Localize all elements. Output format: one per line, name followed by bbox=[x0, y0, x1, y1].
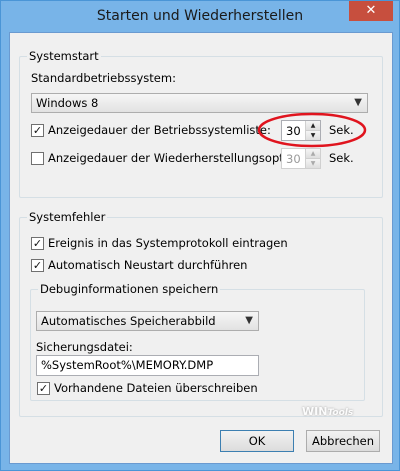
os-list-label: Anzeigedauer der Betriebssystemliste: bbox=[48, 123, 271, 137]
overwrite-checkbox[interactable]: ✓ bbox=[37, 382, 50, 395]
recovery-seconds-value: 30 bbox=[286, 152, 301, 166]
os-list-checkbox[interactable]: ✓ bbox=[31, 124, 44, 137]
default-os-label: Standardbetriebssystem: bbox=[31, 71, 176, 85]
overwrite-label: Vorhandene Dateien überschreiben bbox=[54, 381, 258, 395]
auto-restart-label: Automatisch Neustart durchführen bbox=[48, 258, 248, 272]
debug-info-group: Debuginformationen speichern Automatisch… bbox=[30, 282, 365, 401]
spin-down-icon[interactable]: ▼ bbox=[306, 159, 320, 168]
watermark-text-b: Tools bbox=[327, 408, 354, 418]
systemfehler-group-title: Systemfehler bbox=[27, 210, 108, 224]
systemfehler-group: Systemfehler ✓ Ereignis in das Systempro… bbox=[19, 210, 383, 417]
spin-up-icon[interactable]: ▲ bbox=[306, 149, 320, 159]
spinner-buttons-disabled: ▲ ▼ bbox=[305, 149, 320, 168]
recovery-options-label: Anzeigedauer der Wiederherstellungsoptio… bbox=[48, 151, 320, 165]
recovery-seconds-spinner[interactable]: 30 ▲ ▼ bbox=[281, 148, 321, 169]
default-os-dropdown[interactable]: Windows 8 ▼ bbox=[31, 93, 368, 113]
dialog-window: Starten und Wiederherstellen ✕ Systemsta… bbox=[0, 0, 400, 471]
ok-button[interactable]: OK bbox=[220, 430, 294, 452]
dialog-client-area: Systemstart Standardbetriebssystem: Wind… bbox=[9, 32, 393, 464]
recovery-unit: Sek. bbox=[329, 151, 354, 165]
chevron-down-icon: ▼ bbox=[354, 97, 362, 108]
watermark-text-a: WIN bbox=[302, 405, 328, 418]
cancel-button[interactable]: Abbrechen bbox=[306, 430, 380, 452]
watermark-logo: WINTools bbox=[302, 405, 353, 418]
close-icon[interactable]: ✕ bbox=[349, 1, 393, 21]
dump-type-dropdown[interactable]: Automatisches Speicherabbild ▼ bbox=[36, 311, 259, 331]
default-os-value: Windows 8 bbox=[36, 96, 99, 110]
dump-file-input[interactable]: %SystemRoot%\MEMORY.DMP bbox=[36, 355, 259, 376]
log-event-checkbox[interactable]: ✓ bbox=[31, 237, 44, 250]
dump-file-value: %SystemRoot%\MEMORY.DMP bbox=[41, 358, 214, 372]
window-title: Starten und Wiederherstellen bbox=[96, 8, 304, 24]
debug-info-group-title: Debuginformationen speichern bbox=[38, 282, 221, 296]
chevron-down-icon: ▼ bbox=[245, 315, 253, 326]
highlight-ellipse bbox=[257, 112, 367, 148]
auto-restart-checkbox[interactable]: ✓ bbox=[31, 259, 44, 272]
systemstart-group-title: Systemstart bbox=[27, 49, 101, 63]
title-bar[interactable]: Starten und Wiederherstellen ✕ bbox=[1, 1, 399, 31]
recovery-options-checkbox[interactable] bbox=[31, 152, 44, 165]
dump-file-label: Sicherungsdatei: bbox=[36, 340, 133, 354]
dump-type-value: Automatisches Speicherabbild bbox=[41, 314, 216, 328]
log-event-label: Ereignis in das Systemprotokoll eintrage… bbox=[48, 236, 288, 250]
